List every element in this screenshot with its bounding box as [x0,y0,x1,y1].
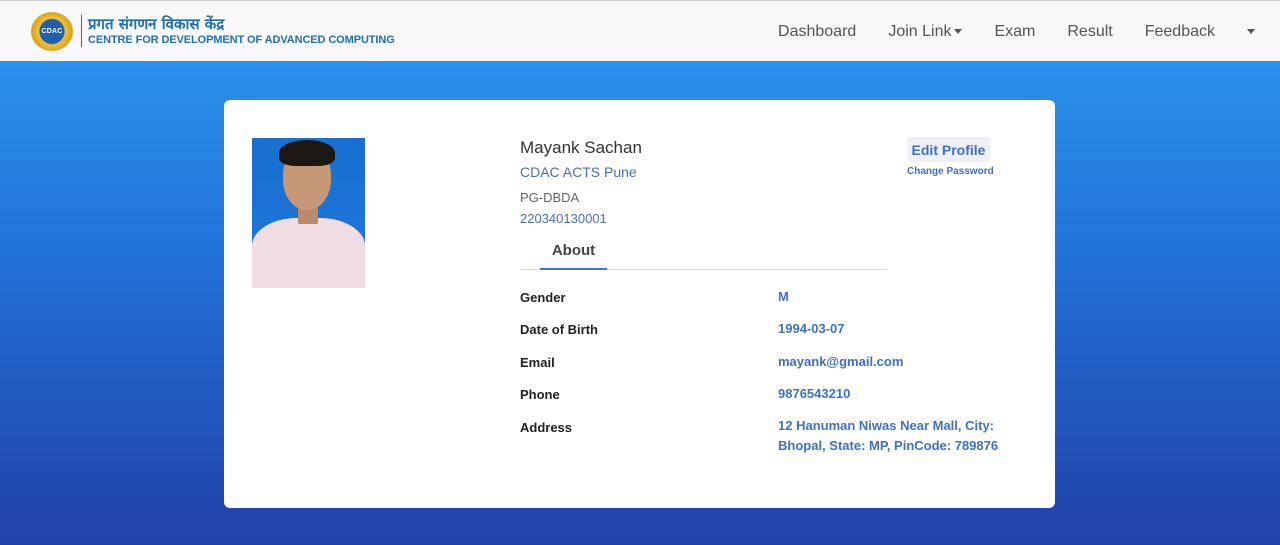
user-menu-dropdown-icon[interactable] [1247,29,1255,34]
dob-label: Date of Birth [520,322,598,337]
gender-label: Gender [520,290,566,305]
brand-divider [81,15,82,47]
brand-english-name: CENTRE FOR DEVELOPMENT OF ADVANCED COMPU… [88,33,395,46]
gender-value: M [778,289,789,304]
dob-value: 1994-03-07 [778,321,845,336]
email-value: mayank@gmail.com [778,354,904,369]
phone-value: 9876543210 [778,386,851,401]
top-navbar: CDAC प्रगत संगणन विकास केंद्र CENTRE FOR… [0,0,1280,61]
tab-about[interactable]: About [540,237,607,270]
phone-label: Phone [520,387,560,402]
chevron-down-icon [954,29,963,34]
address-value: 12 Hanuman Niwas Near Mall, City: Bhopal… [778,418,999,453]
nav-join-link[interactable]: Join Link [888,22,963,41]
profile-tabs: About [520,237,887,270]
brand[interactable]: CDAC प्रगत संगणन विकास केंद्र CENTRE FOR… [31,11,395,51]
nav-links: Dashboard Join Link Exam Result Feedback [778,1,1280,62]
photo-hair [279,140,335,166]
edit-profile-button[interactable]: Edit Profile [907,137,990,162]
brand-text: प्रगत संगणन विकास केंद्र CENTRE FOR DEVE… [88,14,395,47]
nav-exam[interactable]: Exam [994,23,1035,41]
nav-feedback[interactable]: Feedback [1145,23,1215,41]
photo-shirt [252,218,365,288]
nav-result[interactable]: Result [1067,23,1112,41]
brand-hindi-name: प्रगत संगणन विकास केंद्र [88,14,225,33]
cdac-logo: CDAC [31,11,73,51]
profile-name: Mayank Sachan [520,138,642,157]
profile-course: PG-DBDA [520,190,580,205]
profile-prn: 220340130001 [520,211,607,226]
profile-card: Mayank Sachan CDAC ACTS Pune PG-DBDA 220… [224,100,1055,508]
profile-photo [252,138,365,288]
nav-join-link-label: Join Link [888,22,952,40]
address-label: Address [520,420,573,435]
profile-org: CDAC ACTS Pune [520,164,637,180]
change-password-link[interactable]: Change Password [907,166,994,177]
email-label: Email [520,355,555,370]
nav-dashboard[interactable]: Dashboard [778,23,856,41]
